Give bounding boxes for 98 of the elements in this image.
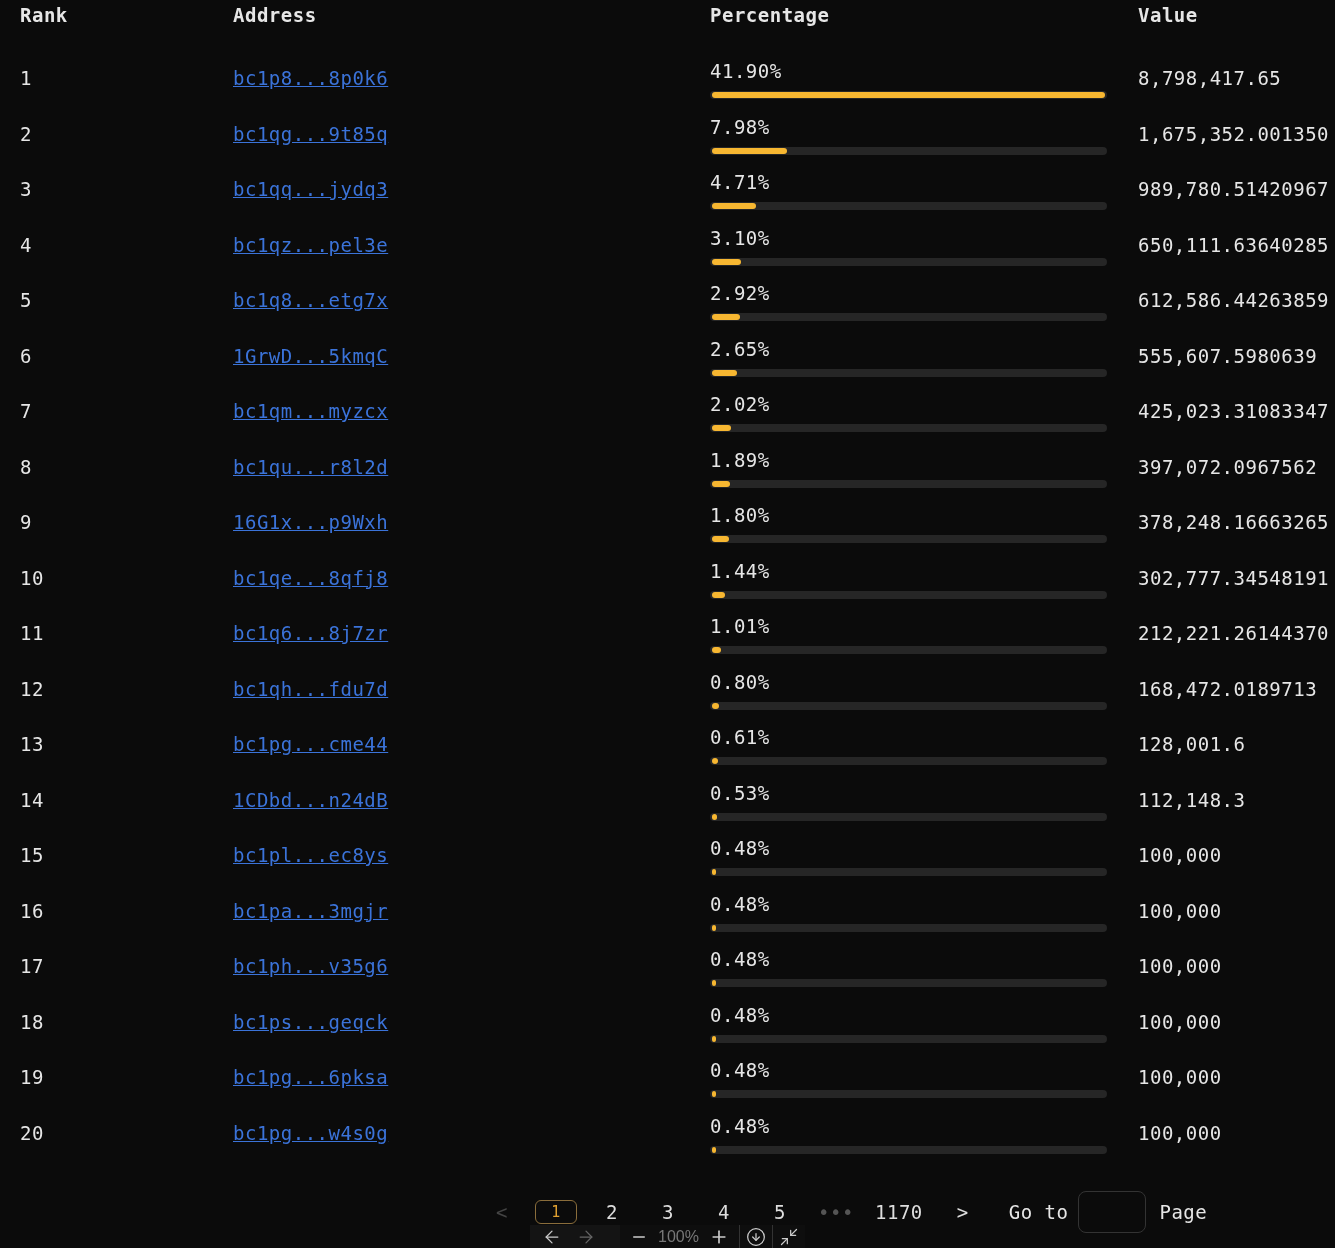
column-header: Percentage [710, 4, 830, 27]
rank-cell: 11 [20, 622, 44, 644]
address-link[interactable]: bc1qq...jydq3 [233, 178, 389, 200]
address-link[interactable]: bc1pg...w4s0g [233, 1121, 389, 1144]
page-button[interactable]: 4 [703, 1201, 745, 1223]
address-link[interactable]: bc1ph...v35g6 [233, 955, 389, 977]
percentage-text: 0.53% [710, 780, 770, 805]
percentage-text: 0.48% [710, 891, 770, 916]
percentage-text: 1.80% [710, 503, 770, 527]
value-cell: 989,780.51420967 [1138, 178, 1330, 200]
rank-cell: 6 [20, 344, 32, 367]
page-button[interactable]: 5 [759, 1201, 801, 1223]
value-cell: 100,000 [1138, 899, 1222, 922]
shrink-icon[interactable] [778, 1226, 799, 1247]
rank-cell: 18 [20, 1010, 44, 1033]
rank-cell: 14 [20, 788, 44, 811]
value-cell: 612,586.44263859 [1138, 289, 1330, 311]
address-link[interactable]: bc1qg...9t85q [233, 122, 389, 145]
address-link[interactable]: bc1qh...fdu7d [233, 677, 389, 700]
value-cell: 212,221.26144370 [1138, 622, 1330, 644]
percentage-text: 2.65% [710, 336, 770, 361]
percentage-text: 0.80% [710, 669, 770, 694]
rank-cell: 19 [20, 1066, 44, 1088]
rank-cell: 2 [20, 122, 32, 145]
value-cell: 555,607.5980639 [1138, 344, 1318, 367]
next-page-button[interactable]: > [950, 1197, 975, 1227]
zoom-level: 100% [658, 1226, 699, 1247]
address-link[interactable]: bc1pl...ec8ys [233, 844, 389, 866]
percentage-text: 1.44% [710, 558, 770, 583]
address-link[interactable]: bc1pg...cme44 [233, 733, 389, 755]
value-cell: 1,675,352.001350 [1138, 122, 1330, 145]
percentage-text: 0.48% [710, 1113, 770, 1138]
rank-cell: 20 [20, 1121, 44, 1144]
page-number-field[interactable] [1078, 1191, 1147, 1233]
page-button[interactable]: 1 [535, 1200, 577, 1224]
rank-cell: 8 [20, 455, 32, 478]
rank-cell: 9 [20, 511, 32, 533]
ellipsis: ••• [817, 1199, 855, 1225]
address-link[interactable]: bc1qm...myzcx [233, 400, 389, 422]
column-header: Address [233, 4, 317, 27]
page-label: Page [1159, 1199, 1208, 1225]
page-button[interactable]: 1170 [871, 1201, 927, 1223]
column-header: Rank [20, 4, 68, 27]
page-button[interactable]: 3 [647, 1201, 689, 1223]
value-cell: 128,001.6 [1138, 733, 1246, 755]
value-cell: 100,000 [1138, 1121, 1222, 1144]
address-link[interactable]: 1GrwD...5kmqC [233, 344, 389, 367]
percentage-text: 1.01% [710, 614, 770, 638]
value-cell: 168,472.0189713 [1138, 677, 1318, 700]
rank-cell: 4 [20, 233, 32, 256]
value-cell: 100,000 [1138, 1066, 1222, 1088]
percentage-text: 1.89% [710, 447, 770, 472]
address-link[interactable]: bc1q8...etg7x [233, 289, 389, 311]
rank-cell: 16 [20, 899, 44, 922]
address-link[interactable]: bc1ps...geqck [233, 1010, 389, 1033]
address-link[interactable]: bc1qe...8qfj8 [233, 566, 389, 589]
percentage-text: 0.48% [710, 947, 770, 971]
percentage-text: 2.02% [710, 392, 770, 416]
value-cell: 112,148.3 [1138, 788, 1246, 811]
value-cell: 100,000 [1138, 844, 1222, 866]
percentage-text: 7.98% [710, 114, 770, 139]
percentage-text: 0.48% [710, 1002, 770, 1027]
value-cell: 100,000 [1138, 1010, 1222, 1033]
percentage-text: 0.61% [710, 725, 770, 749]
go-to-label: Go to [1008, 1199, 1069, 1225]
address-link[interactable]: 1CDbd...n24dB [233, 788, 389, 811]
percentage-text: 4.71% [710, 170, 770, 194]
value-cell: 8,798,417.65 [1138, 67, 1282, 89]
rank-cell: 15 [20, 844, 44, 866]
address-link[interactable]: bc1p8...8p0k6 [233, 67, 389, 89]
address-link[interactable]: bc1q6...8j7zr [233, 622, 389, 644]
value-cell: 425,023.31083347 [1138, 400, 1330, 422]
column-header: Value [1138, 4, 1198, 27]
rank-cell: 12 [20, 677, 44, 700]
value-cell: 302,777.34548191 [1138, 566, 1330, 589]
rank-cell: 1 [20, 67, 32, 89]
value-cell: 397,072.0967562 [1138, 455, 1318, 478]
percentage-text: 0.48% [710, 1058, 770, 1082]
address-link[interactable]: bc1pg...6pksa [233, 1066, 389, 1088]
address-link[interactable]: 16G1x...p9Wxh [233, 511, 389, 533]
percentage-text: 0.48% [710, 836, 770, 860]
address-link[interactable]: bc1qu...r8l2d [233, 455, 389, 478]
rank-cell: 13 [20, 733, 44, 755]
rank-cell: 10 [20, 566, 44, 589]
rank-cell: 7 [20, 400, 32, 422]
rank-cell: 3 [20, 178, 32, 200]
value-cell: 100,000 [1138, 955, 1222, 977]
percentage-text: 3.10% [710, 225, 770, 250]
percentage-text: 41.90% [710, 59, 782, 83]
rank-cell: 5 [20, 289, 32, 311]
page-button[interactable]: 2 [591, 1201, 633, 1223]
value-cell: 650,111.63640285 [1138, 233, 1330, 256]
value-cell: 378,248.16663265 [1138, 511, 1330, 533]
percentage-text: 2.92% [710, 281, 770, 305]
address-link[interactable]: bc1qz...pel3e [233, 233, 389, 256]
rank-cell: 17 [20, 955, 44, 977]
address-link[interactable]: bc1pa...3mgjr [233, 899, 389, 922]
download-icon[interactable] [745, 1226, 766, 1247]
